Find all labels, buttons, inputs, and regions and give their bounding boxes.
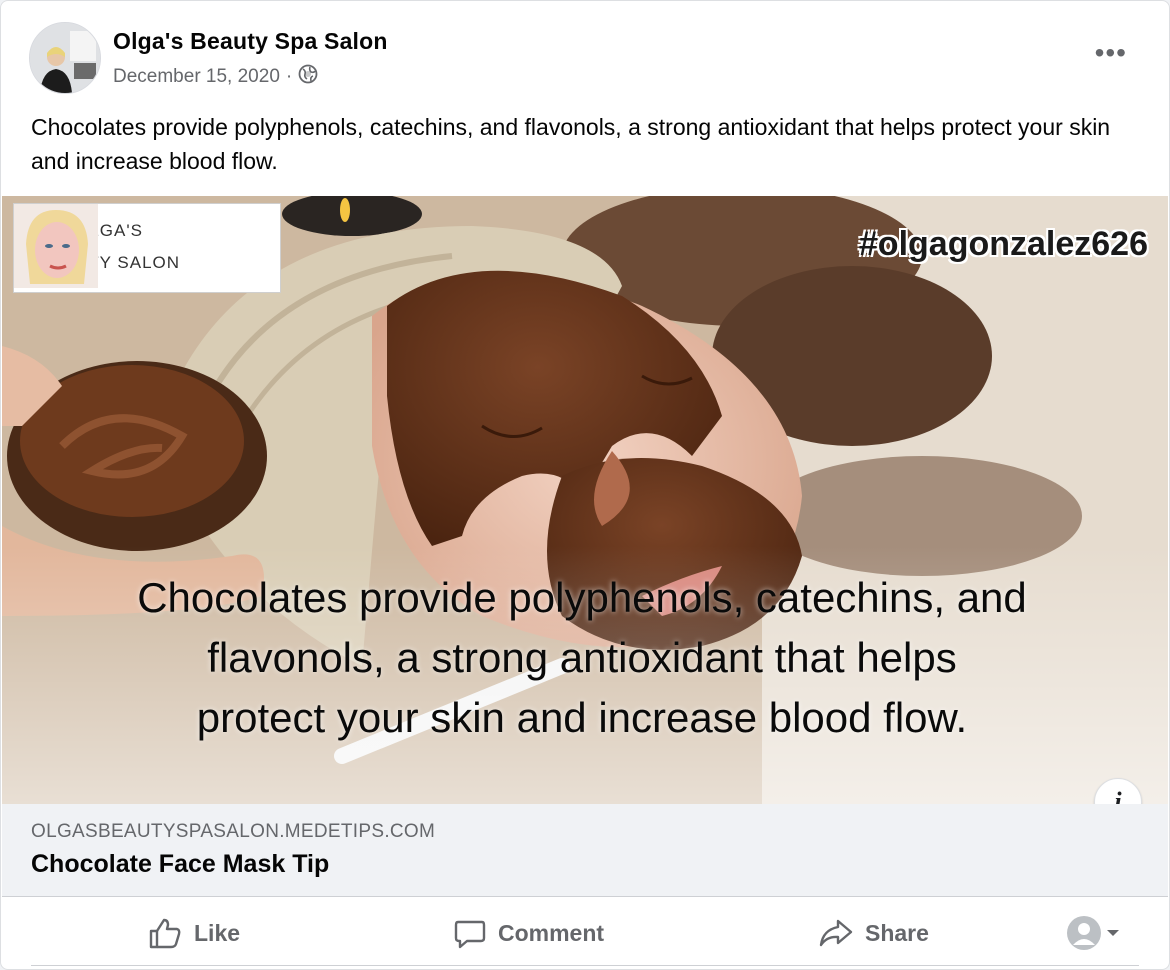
link-title: Chocolate Face Mask Tip	[31, 850, 330, 878]
action-bar: Like Comment Share	[31, 901, 1139, 963]
comment-icon	[454, 920, 486, 949]
share-icon	[819, 919, 853, 947]
salon-logo: OLGA'S BEAUTY SALON	[13, 203, 281, 293]
comment-button[interactable]: Comment	[454, 909, 604, 957]
logo-portrait	[14, 204, 98, 288]
meta-separator: ·	[285, 66, 293, 87]
post-image[interactable]: OLGA'S BEAUTY SALON #olgagonzalez626 Cho…	[2, 196, 1168, 804]
post-meta: December 15, 2020 ·	[113, 64, 318, 90]
like-button[interactable]: Like	[148, 909, 240, 957]
page-avatar[interactable]	[29, 22, 101, 94]
share-button[interactable]: Share	[819, 909, 929, 957]
page-name-link[interactable]: Olga's Beauty Spa Salon	[113, 28, 388, 55]
more-options-button[interactable]: •••	[1095, 39, 1127, 67]
hashtag-text: #olgagonzalez626	[858, 225, 1148, 263]
link-domain: OLGASBEAUTYSPASALON.MEDETIPS.COM	[31, 821, 436, 842]
post-date[interactable]: December 15, 2020	[113, 66, 280, 88]
overlay-line-3: protect your skin and increase blood flo…	[196, 694, 968, 741]
overlay-line-1: Chocolates provide polyphenols, catechin…	[137, 574, 1027, 621]
post-card: Olga's Beauty Spa Salon December 15, 202…	[0, 0, 1170, 970]
like-label: Like	[194, 919, 241, 946]
audience-selector[interactable]	[1066, 909, 1120, 957]
chevron-down-icon	[1107, 930, 1119, 936]
link-preview[interactable]: OLGASBEAUTYSPASALON.MEDETIPS.COM Chocola…	[2, 804, 1168, 897]
thumbs-up-icon	[149, 918, 181, 949]
post-caption: Chocolates provide polyphenols, catechin…	[31, 114, 1111, 174]
share-label: Share	[865, 919, 929, 946]
profile-avatar-icon	[1067, 916, 1101, 950]
globe-icon[interactable]	[298, 64, 318, 90]
overlay-line-2: flavonols, a strong antioxidant that hel…	[207, 634, 957, 681]
divider	[31, 965, 1139, 966]
image-overlay-text: Chocolates provide polyphenols, catechin…	[32, 568, 1132, 748]
comment-label: Comment	[498, 919, 605, 946]
